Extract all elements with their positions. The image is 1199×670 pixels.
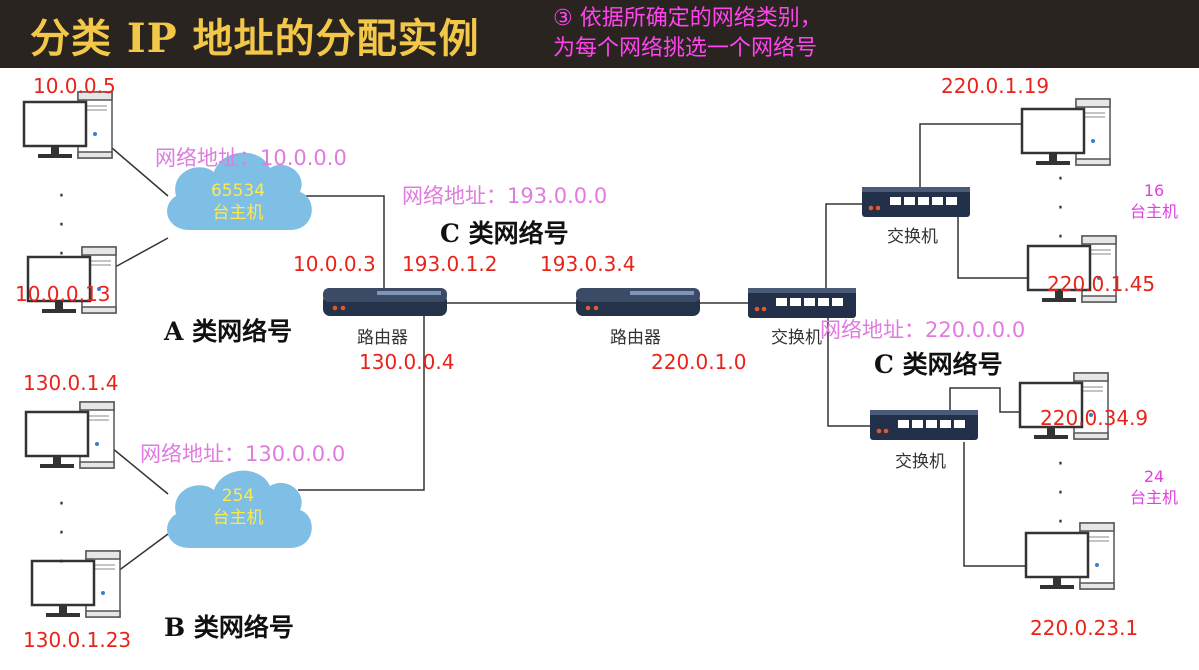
host-b-top — [24, 400, 116, 470]
cloud-a-text: 65534 台主机 — [210, 181, 266, 223]
ip-c-host-4: 220.0.23.1 — [1030, 616, 1139, 640]
ip-router2-link: 193.0.3.4 — [540, 252, 636, 276]
cloud-b-text: 254 台主机 — [212, 486, 264, 528]
count-c-group2: 24 台主机 — [1129, 467, 1178, 507]
ip-c-host-1: 220.0.1.19 — [941, 74, 1050, 98]
diagram-canvas: 分类 IP 地址的分配实例 ③ 依据所确定的网络类别， 为每个网络挑选一个网络号 — [0, 0, 1199, 670]
ip-b-host-bottom: 130.0.1.23 — [23, 628, 132, 652]
ip-c-host-3: 220.0.34.9 — [1040, 406, 1149, 430]
router-2-icon — [576, 288, 700, 316]
ellipsis-c2: · · · — [1057, 452, 1064, 535]
count-c-group1: 16 台主机 — [1129, 181, 1178, 221]
switch-bottom-label: 交换机 — [895, 452, 946, 472]
ip-c-host-2: 220.0.1.45 — [1047, 272, 1156, 296]
router2-label: 路由器 — [610, 328, 661, 348]
router-1-icon — [323, 288, 447, 316]
ip-a-host-bottom: 10.0.0.13 — [15, 282, 111, 306]
host-a-top — [22, 90, 114, 160]
net-address-b: 网络地址：130.0.0.0 — [140, 442, 346, 466]
ellipsis-c1: · · · — [1057, 167, 1064, 250]
ellipsis-b: · · · — [58, 492, 65, 575]
class-label-link: C 类网络号 — [440, 219, 569, 248]
ip-router1-link: 193.0.1.2 — [402, 252, 498, 276]
class-label-c-lan: C 类网络号 — [874, 350, 1003, 379]
ip-b-host-top: 130.0.1.4 — [23, 371, 119, 395]
switch-top-label: 交换机 — [887, 227, 938, 247]
host-b-bottom — [30, 549, 122, 619]
net-address-link: 网络地址：193.0.0.0 — [402, 184, 608, 208]
class-label-a: A 类网络号 — [164, 317, 293, 346]
host-c2-bottom — [1024, 521, 1116, 591]
ip-router2-lan: 220.0.1.0 — [651, 350, 747, 374]
ip-router1-b: 130.0.0.4 — [359, 350, 455, 374]
net-address-a: 网络地址：10.0.0.0 — [155, 146, 347, 170]
net-address-c-lan: 网络地址：220.0.0.0 — [820, 318, 1026, 342]
switch-bottom-icon — [870, 410, 978, 440]
class-label-b: B 类网络号 — [164, 613, 294, 642]
switch-top-icon — [862, 187, 970, 217]
ip-a-host-top: 10.0.0.5 — [33, 74, 116, 98]
switch-main-label: 交换机 — [771, 328, 822, 348]
host-c1-top — [1020, 97, 1112, 167]
ellipsis-a: · · · — [58, 184, 65, 267]
router1-label: 路由器 — [357, 328, 408, 348]
ip-router1-a: 10.0.0.3 — [293, 252, 376, 276]
